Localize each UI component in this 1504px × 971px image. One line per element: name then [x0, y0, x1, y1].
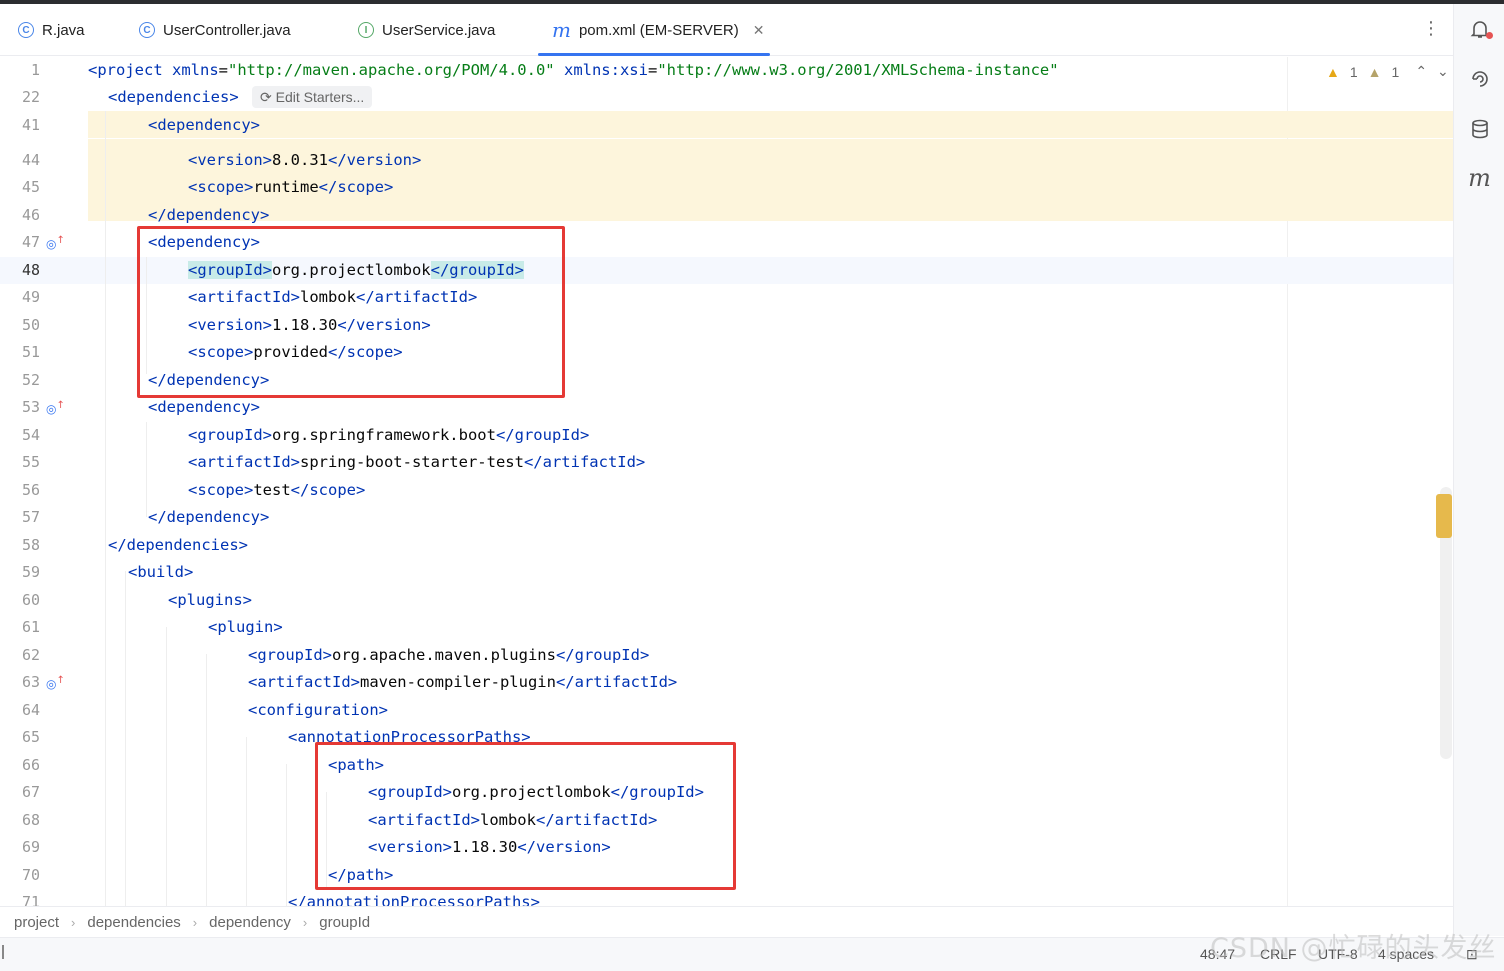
close-icon[interactable]: ✕: [753, 22, 765, 39]
database-icon[interactable]: [1454, 118, 1504, 145]
tab-label: UserService.java: [382, 21, 496, 39]
code-line: 64 <configuration>: [21, 701, 388, 719]
inspection-widget[interactable]: ▲ 1 ▲ 1 ⌃ ⌄: [1326, 63, 1449, 80]
breadcrumb-item[interactable]: dependencies: [87, 914, 180, 931]
editor-tab-bar: C R.java C UserController.java I UserSer…: [0, 4, 1453, 56]
annotation-box-path: [315, 742, 736, 890]
edit-starters-button[interactable]: ⟳ Edit Starters...: [252, 86, 373, 108]
breadcrumb-item[interactable]: project: [14, 914, 59, 931]
code-line: 63 ◎↑ <artifactId>maven-compiler-plugin<…: [21, 673, 678, 691]
chevron-right-icon: ›: [302, 914, 308, 930]
tab-r-java[interactable]: C R.java: [18, 4, 85, 56]
weak-warning-icon: ▲: [1367, 63, 1382, 80]
warning-icon: ▲: [1326, 63, 1340, 80]
tab-label: R.java: [42, 21, 85, 39]
code-line: 58 </dependencies>: [21, 536, 248, 554]
watermark: CSDN @忙碌的头发丝: [1210, 933, 1497, 964]
plugin-gutter-icon[interactable]: ◎↑: [46, 675, 65, 691]
code-line: 22 <dependencies> ⟳ Edit Starters...: [0, 84, 1453, 111]
code-line: 60 <plugins>: [21, 591, 252, 609]
chevron-right-icon: ›: [192, 914, 198, 930]
code-line: 59 <build>: [21, 563, 194, 581]
breadcrumb-item[interactable]: dependency: [209, 914, 291, 931]
breadcrumb-item[interactable]: groupId: [319, 914, 370, 931]
chevron-right-icon: ›: [71, 914, 76, 930]
code-line: 54 <groupId>org.springframework.boot</gr…: [21, 426, 590, 444]
tab-label: pom.xml (EM-SERVER): [578, 21, 739, 39]
code-line: 44 <version>8.0.31</version>: [21, 151, 422, 169]
right-tool-bar: m: [1453, 4, 1504, 936]
code-line: 57 </dependency>: [21, 508, 270, 526]
chevron-up-icon[interactable]: ⌃: [1415, 63, 1427, 80]
code-line: 41 <dependency>: [21, 116, 260, 134]
maven-tool-icon[interactable]: m: [1454, 164, 1504, 192]
dependency-gutter-icon[interactable]: ◎↑: [46, 400, 65, 416]
class-icon: C: [139, 22, 155, 38]
dependency-gutter-icon[interactable]: ◎↑: [46, 235, 65, 251]
code-line: 62 <groupId>org.apache.maven.plugins</gr…: [21, 646, 650, 664]
class-icon: C: [18, 22, 34, 38]
annotation-box-dependency: [137, 226, 565, 398]
tab-user-controller[interactable]: C UserController.java: [139, 4, 291, 56]
code-line: 55 <artifactId>spring-boot-starter-test<…: [21, 453, 646, 471]
spring-icon: ⟳: [260, 89, 276, 105]
status-divider: [2, 945, 4, 959]
more-tabs-icon[interactable]: ⋮: [1422, 20, 1440, 38]
notifications-icon[interactable]: [1454, 18, 1504, 45]
tab-label: UserController.java: [163, 21, 291, 39]
code-line: 56 <scope>test</scope>: [21, 481, 366, 499]
code-line: 46 </dependency>: [21, 206, 270, 224]
tab-pom-xml[interactable]: m pom.xml (EM-SERVER) ✕: [537, 4, 771, 56]
code-line: 1 <project xmlns="http://maven.apache.or…: [30, 61, 1449, 80]
maven-icon: m: [552, 18, 571, 42]
scroll-position-marker[interactable]: [1436, 494, 1452, 538]
code-editor[interactable]: 1 <project xmlns="http://maven.apache.or…: [0, 57, 1453, 906]
code-line: 53 ◎↑ <dependency>: [21, 398, 260, 416]
code-line: 71 </annotationProcessorPaths>: [21, 893, 540, 906]
chevron-down-icon[interactable]: ⌄: [1437, 63, 1449, 80]
interface-icon: I: [358, 22, 374, 38]
code-line: 61 <plugin>: [21, 618, 283, 636]
code-line: 45 <scope>runtime</scope>: [21, 178, 394, 196]
ai-assistant-icon[interactable]: [1454, 68, 1504, 95]
tab-user-service[interactable]: I UserService.java: [358, 4, 495, 56]
